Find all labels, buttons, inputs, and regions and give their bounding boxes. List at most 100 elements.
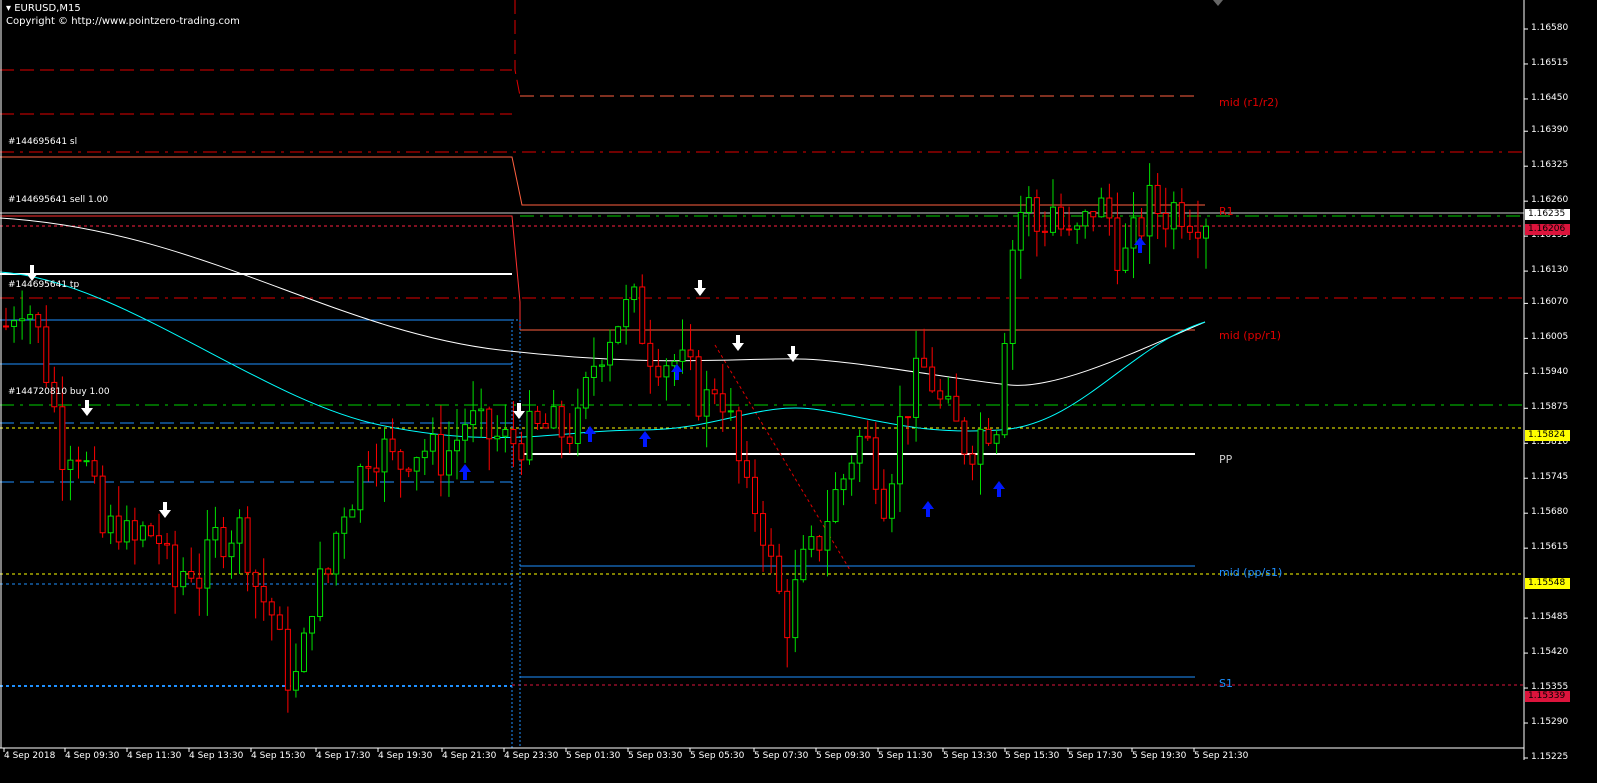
candle-body (365, 465, 372, 469)
candle-body (598, 364, 605, 367)
symbol-label: EURUSD,M15 (14, 3, 81, 14)
sell-arrow-icon (732, 335, 744, 351)
candle-body (768, 544, 775, 557)
candle-body (647, 342, 654, 367)
r2-step-line (514, 0, 521, 97)
candle-body (3, 325, 9, 328)
sell-arrow-icon (159, 502, 171, 518)
candle-body (1154, 184, 1161, 214)
candle-body (373, 467, 380, 473)
candle-body (333, 532, 340, 575)
candle-body (542, 422, 549, 429)
candle-body (454, 439, 461, 452)
candle-body (526, 410, 533, 461)
candle-body (566, 436, 573, 444)
shift-marker-icon[interactable] (1213, 0, 1223, 6)
candle-body (1106, 197, 1113, 219)
candle-body (445, 450, 452, 476)
pivot-label: PP (1219, 453, 1233, 466)
price-tick-label: 1.16325 (1531, 160, 1569, 171)
salmon-step-line (0, 156, 1205, 206)
price-tick-label: 1.15875 (1531, 402, 1569, 413)
candle-body (1017, 211, 1024, 251)
time-tick-label: 4 Sep 21:30 (442, 751, 497, 761)
time-tick-label: 5 Sep 09:30 (816, 751, 871, 761)
candle-body (1203, 225, 1209, 239)
time-tick-label: 5 Sep 19:30 (1132, 751, 1187, 761)
sell-arrow-icon (26, 265, 38, 281)
candle-body (260, 585, 267, 603)
price-tag: 1.16206 (1525, 224, 1570, 236)
candle-body (212, 527, 219, 541)
time-tick-label: 4 Sep 11:30 (127, 751, 182, 761)
candles (3, 163, 1209, 713)
pivot-label: R1 (1219, 204, 1234, 218)
candle-body (292, 671, 299, 691)
candle-body (139, 525, 146, 541)
candle-body (389, 438, 396, 453)
candle-body (1170, 202, 1177, 230)
time-tick-label: 4 Sep 19:30 (378, 751, 433, 761)
price-tick-label: 1.15940 (1531, 367, 1569, 378)
time-tick-label: 5 Sep 11:30 (878, 751, 933, 761)
buy-arrow-icon (671, 364, 683, 380)
sell-arrow-icon (81, 400, 93, 416)
candle-body (156, 535, 163, 544)
price-tick-label: 1.15225 (1531, 751, 1569, 762)
buy-arrow-icon (922, 501, 934, 517)
candle-body (961, 420, 968, 455)
candle-body (921, 357, 928, 368)
copyright: Copyright © http://www.pointzero-trading… (6, 16, 240, 27)
price-tag: 1.15824 (1525, 429, 1570, 441)
time-tick-label: 4 Sep 09:30 (65, 751, 120, 761)
price-chart[interactable] (0, 0, 1597, 783)
candle-body (35, 314, 42, 328)
candle-body (655, 365, 662, 378)
candle-body (550, 406, 557, 429)
candle-body (1058, 206, 1065, 230)
candle-body (276, 614, 283, 630)
time-tick-label: 5 Sep 17:30 (1068, 751, 1123, 761)
candle-body (236, 517, 243, 544)
candle-body (816, 536, 823, 551)
candle-body (711, 389, 718, 395)
candle-body (582, 377, 589, 409)
pivot-label: mid (r1/r2) (1219, 96, 1279, 110)
candle-body (1178, 202, 1185, 227)
candle-body (1186, 225, 1193, 233)
price-tick-label: 1.15680 (1531, 507, 1569, 518)
candle-body (703, 389, 710, 417)
level-lines (0, 0, 1524, 749)
candle-body (147, 525, 154, 537)
price-tick-label: 1.16515 (1531, 57, 1569, 68)
candle-body (357, 465, 364, 511)
time-tick-label: 5 Sep 03:30 (628, 751, 683, 761)
trade-label: #144720810 buy 1.00 (8, 387, 110, 398)
candle-body (405, 468, 412, 472)
candle-body (695, 356, 702, 417)
price-tick-label: 1.16130 (1531, 265, 1569, 276)
candle-body (751, 476, 758, 515)
candle-body (615, 326, 622, 343)
dropdown-triangle-icon[interactable]: ▾ (6, 3, 11, 14)
slow-ma-line (0, 217, 1206, 386)
candle-body (220, 527, 227, 558)
pivot-transition-band (511, 319, 521, 749)
pivot-label: S1 (1219, 677, 1233, 691)
time-tick-label: 5 Sep 07:30 (754, 751, 809, 761)
candle-body (429, 433, 436, 452)
candle-body (300, 632, 307, 673)
time-tick-label: 4 Sep 2018 (4, 751, 56, 761)
candle-body (1009, 249, 1016, 345)
candle-body (679, 349, 686, 362)
candle-body (1090, 211, 1097, 218)
candle-body (1082, 211, 1089, 227)
buy-arrow-icon (459, 464, 471, 480)
candle-body (502, 429, 509, 437)
time-tick-label: 5 Sep 13:30 (943, 751, 998, 761)
candle-body (590, 365, 597, 379)
candle-body (848, 462, 855, 480)
candle-body (864, 435, 871, 439)
candle-body (268, 601, 275, 616)
candle-body (341, 516, 348, 534)
